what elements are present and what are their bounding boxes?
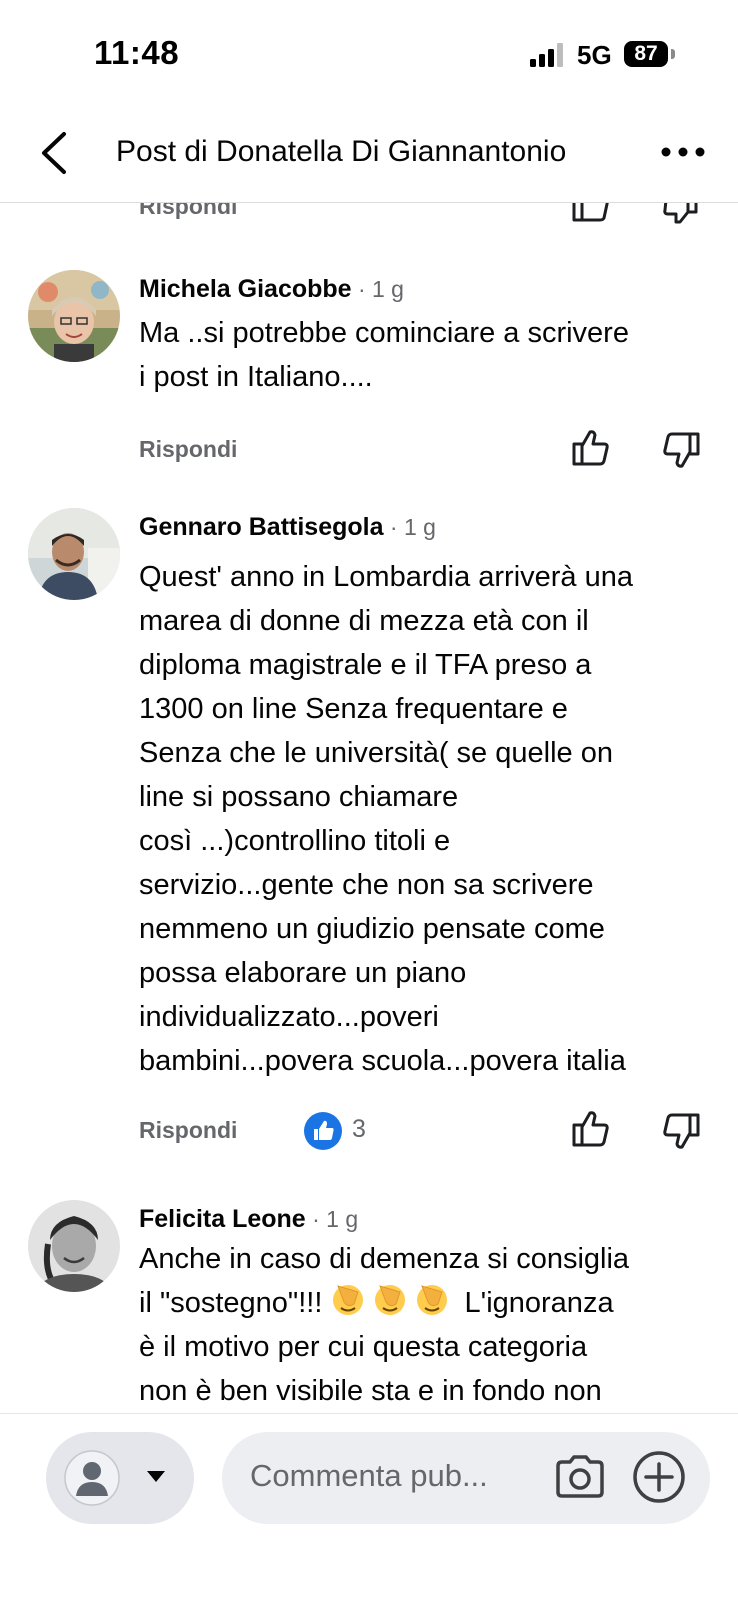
comment-text-line: Anche in caso di demenza si consiglia [139,1243,630,1275]
comment-text: Anche in caso di demenza si consiglia il… [139,1237,709,1413]
comment-text-line: non è ben visibile sta e in fondo non [139,1375,602,1407]
thumbs-down-icon[interactable] [662,430,702,470]
comment-text-line: Senza che le università( se quelle on [139,737,613,769]
avatar[interactable] [28,1200,120,1292]
caret-down-icon [147,1471,165,1482]
comment-text-line: individualizzato...poveri [139,1001,439,1033]
battery-level: 87 [634,42,658,65]
avatar[interactable] [28,270,120,362]
comment-text-line: diploma magistrale e il TFA preso a [139,649,592,681]
comment-input-container[interactable] [222,1432,710,1524]
comment-text-line: il "sostegno"!!! L'ignoranza [139,1281,709,1325]
author-name[interactable]: Felicita Leone [139,1205,306,1233]
comment-time: · 1 g [351,276,404,302]
post-header: Post di Donatella Di Giannantonio [0,108,738,203]
reply-button[interactable]: Rispondi [139,1117,237,1144]
comment-text-line: nemmeno un giudizio pensate come [139,913,605,945]
comment-text-line: Quest' anno in Lombardia arriverà una [139,561,633,593]
author-name[interactable]: Michela Giacobbe [139,275,352,303]
battery-icon: 87 [624,41,668,67]
avatar[interactable] [28,508,120,600]
comment-text-line: così ...)controllino titoli e [139,825,451,857]
reply-button[interactable]: Rispondi [139,436,237,463]
comment-time: · 1 g [305,1206,359,1232]
thumbs-down-icon[interactable] [662,1111,702,1151]
camera-icon[interactable] [554,1454,606,1500]
comment-author[interactable]: Michela Giacobbe · 1 g [139,275,404,304]
comment-text-line: line si possano chiamare [139,781,459,813]
comment-text-line: servizio...gente che non sa scrivere [139,869,594,901]
comment-author[interactable]: Gennaro Battisegola · 1 g [139,513,436,542]
like-reaction-icon [304,1112,342,1150]
avatar-placeholder-icon [64,1450,120,1506]
comment-text-segment: il "sostegno"!!! [139,1287,323,1319]
cellular-signal-icon [530,43,566,67]
comment-input[interactable] [250,1458,530,1494]
chevron-left-icon[interactable] [36,128,76,178]
comment-text-line: possa elaborare un piano [139,957,467,989]
thumbs-up-icon[interactable] [570,428,610,468]
comment-author[interactable]: Felicita Leone · 1 g [139,1205,358,1234]
comment-text-line: è il motivo per cui questa categoria [139,1331,588,1363]
reaction-count: 3 [352,1115,366,1143]
comment-text-line: i post in Italiano.... [139,361,373,393]
comment-text-line: 1300 on line Senza frequentare e [139,693,568,725]
more-horizontal-icon[interactable] [660,142,706,162]
page-title: Post di Donatella Di Giannantonio [116,135,567,168]
comment-text-segment: L'ignoranza [464,1287,614,1319]
face-palm-emoji [417,1285,448,1315]
comment-text: Ma ..si potrebbe cominciare a scrivere i… [139,311,709,399]
identity-switcher[interactable] [46,1432,194,1524]
comment-text-line: marea di donne di mezza età con il [139,605,589,637]
status-bar: 11:48 5G 87 [0,0,738,108]
network-type: 5G [577,40,612,70]
comment-text: Quest' anno in Lombardia arriverà una ma… [139,555,709,1083]
face-palm-emoji [333,1285,364,1315]
plus-circle-icon[interactable] [632,1450,686,1504]
comment-text-line: Ma ..si potrebbe cominciare a scrivere [139,317,629,349]
status-time: 11:48 [94,34,180,71]
face-palm-emoji [375,1285,406,1315]
comment-time: · 1 g [383,514,436,540]
comments-feed: Rispondi Michela Giacobbe · 1 g Ma ..si … [0,0,738,1600]
author-name[interactable]: Gennaro Battisegola [139,513,384,541]
battery-tip [671,49,675,59]
comment-text-line: bambini...povera scuola...povera italia [139,1045,626,1077]
comment-composer [0,1413,738,1601]
thumbs-up-icon[interactable] [570,1109,610,1149]
